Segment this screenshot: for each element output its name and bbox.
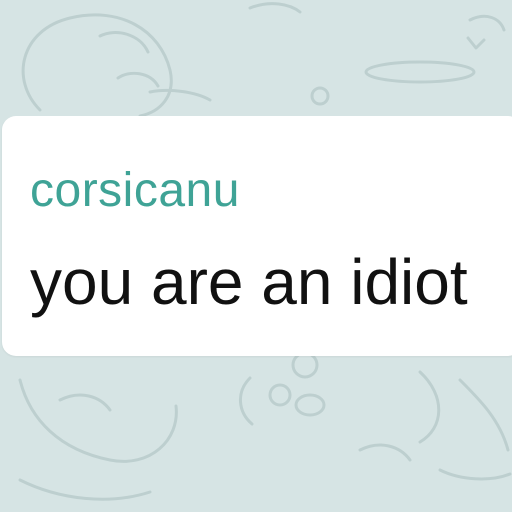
message-bubble[interactable]: corsicanu you are an idiot (2, 116, 512, 356)
message-text: you are an idiot (30, 246, 468, 318)
sender-name[interactable]: corsicanu (30, 164, 240, 218)
